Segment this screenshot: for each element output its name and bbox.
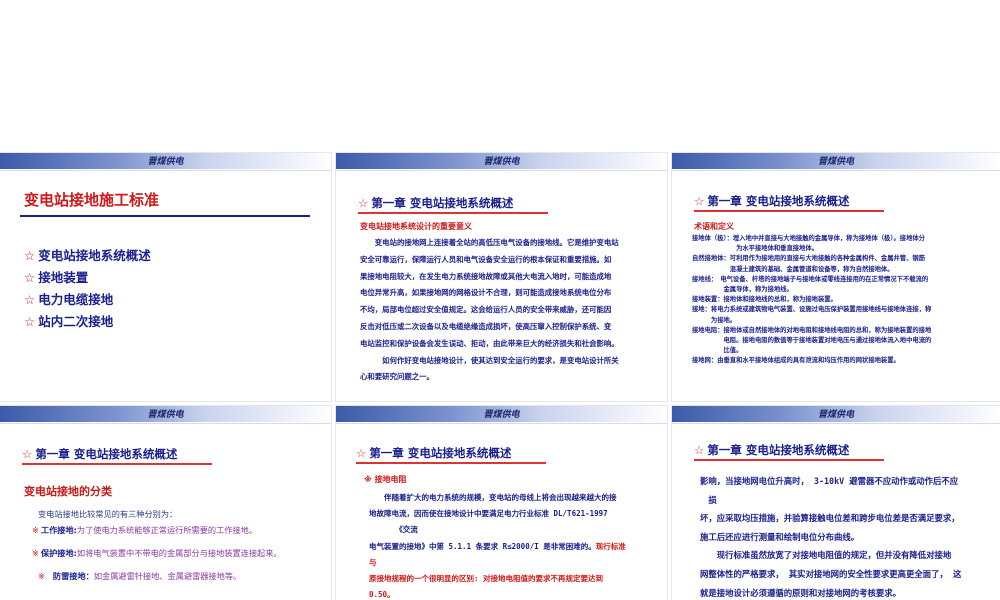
- terms-list: 接地体（极）：埋入地中并直接与大地接触的金属导体，称为接地体（极）。接地体分 为…: [692, 235, 932, 365]
- header-divider: [336, 423, 667, 424]
- slide-header-bar: 晋煤供电: [0, 153, 331, 169]
- slide-header-text: 晋煤供电: [147, 410, 184, 420]
- outline-item: ☆ 电力电缆接地: [24, 292, 114, 307]
- slide-header-text: 晋煤供电: [817, 157, 854, 167]
- slide-sorter-grid: 晋煤供电 变电站接地施工标准 ☆ 变电站接地系统概述 ☆ 接地装置 ☆ 电力电缆接地 …: [0, 0, 1000, 600]
- star-icon: ☆: [22, 447, 33, 461]
- header-divider: [0, 170, 331, 171]
- star-icon: ☆: [24, 248, 36, 263]
- slide-header-bar: 晋煤供电: [336, 153, 667, 169]
- slide-header-bar: 晋煤供电: [336, 406, 667, 422]
- slide-header-text: 晋煤供电: [483, 410, 520, 420]
- chapter-title: ☆ 第一章 变电站接地系统概述: [694, 443, 850, 457]
- header-divider: [672, 423, 1000, 424]
- list-item: ※ 工作接地:为了使电力系统能够正常运行所需要的工作接地。: [32, 525, 258, 535]
- body-text: 影响，当接地网电位升高时， 3-10kV 避雷器不应动作或动作后不应 损 坏，应…: [700, 476, 962, 598]
- star-icon: ☆: [358, 196, 369, 210]
- slide-2[interactable]: 晋煤供电 ☆ 第一章 变电站接地系统概述 变电站接地系统设计的重要意义 变电站的接…: [336, 153, 667, 401]
- chapter-underline: [356, 462, 546, 464]
- star-icon: ☆: [24, 314, 36, 329]
- chapter-title: ☆ 第一章 变电站接地系统概述: [356, 446, 512, 460]
- slide-4[interactable]: 晋煤供电 ☆ 第一章 变电站接地系统概述 变电站接地的分类 变电站接地比较常见的有…: [0, 406, 331, 600]
- chapter-title: ☆ 第一章 变电站接地系统概述: [22, 447, 178, 461]
- section-subtitle: 术语和定义: [694, 222, 734, 231]
- outline-item: ☆ 接地装置: [24, 270, 89, 285]
- star-icon: ☆: [694, 194, 705, 208]
- chapter-underline: [358, 212, 548, 214]
- list-item: ※ 保护接地:如将电气装置中不带电的金属部分与接地装置连接起来。: [32, 548, 282, 558]
- slide-5[interactable]: 晋煤供电 ☆ 第一章 变电站接地系统概述 ※ 接地电阻 伴随着扩大的电力系统的规模…: [336, 406, 667, 600]
- slide-1[interactable]: 晋煤供电 变电站接地施工标准 ☆ 变电站接地系统概述 ☆ 接地装置 ☆ 电力电缆接地 …: [0, 153, 331, 401]
- star-icon: ☆: [24, 270, 36, 285]
- slide-header-bar: 晋煤供电: [672, 406, 1000, 422]
- section-subtitle: 变电站接地的分类: [24, 485, 112, 498]
- chapter-title: ☆ 第一章 变电站接地系统概述: [694, 194, 850, 208]
- header-divider: [672, 170, 1000, 171]
- chapter-underline: [694, 210, 884, 212]
- section-subtitle: 变电站接地系统设计的重要意义: [360, 222, 472, 231]
- intro-text: 变电站接地比较常见的有三种分别为：: [38, 509, 178, 519]
- title-rule: [20, 215, 310, 217]
- star-icon: ☆: [694, 443, 705, 457]
- section-subtitle: ※ 接地电阻: [364, 475, 407, 484]
- outline-list: ☆ 变电站接地系统概述 ☆ 接地装置 ☆ 电力电缆接地 ☆ 站内二次接地: [24, 245, 151, 333]
- star-icon: ☆: [24, 292, 36, 307]
- header-divider: [0, 423, 331, 424]
- slide-header-bar: 晋煤供电: [0, 406, 331, 422]
- chapter-title: ☆ 第一章 变电站接地系统概述: [358, 196, 514, 210]
- chapter-underline: [22, 463, 212, 465]
- reference-mark-icon: ※: [32, 525, 39, 535]
- outline-item: ☆ 变电站接地系统概述: [24, 248, 151, 263]
- body-text: 变电站的接地网上连接着全站的高低压电气设备的接地线。它是维护变电站 安全可靠运行…: [360, 238, 619, 382]
- outline-item: ☆ 站内二次接地: [24, 314, 114, 329]
- slide-header-text: 晋煤供电: [147, 157, 184, 167]
- chapter-underline: [694, 459, 884, 461]
- header-divider: [336, 170, 667, 171]
- star-icon: ☆: [356, 446, 367, 460]
- slide-3[interactable]: 晋煤供电 ☆ 第一章 变电站接地系统概述 术语和定义 接地体（极）：埋入地中并直接…: [672, 153, 1000, 401]
- body-text: 伴随着扩大的电力系统的规模，变电站的母线上将会出现越来越大的接 地故障电流，因而…: [369, 493, 626, 600]
- reference-mark-icon: ※: [38, 571, 45, 581]
- slide-6[interactable]: 晋煤供电 ☆ 第一章 变电站接地系统概述 影响，当接地网电位升高时， 3-10kV…: [672, 406, 1000, 600]
- list-item: ※ 防雷接地：如金属避雷针接地、金属避雷器接地等。: [38, 571, 242, 581]
- reference-mark-icon: ※: [32, 548, 39, 558]
- slide-header-text: 晋煤供电: [817, 410, 854, 420]
- slide-title: 变电站接地施工标准: [24, 191, 160, 209]
- slide-header-bar: 晋煤供电: [672, 153, 1000, 169]
- slide-header-text: 晋煤供电: [483, 157, 520, 167]
